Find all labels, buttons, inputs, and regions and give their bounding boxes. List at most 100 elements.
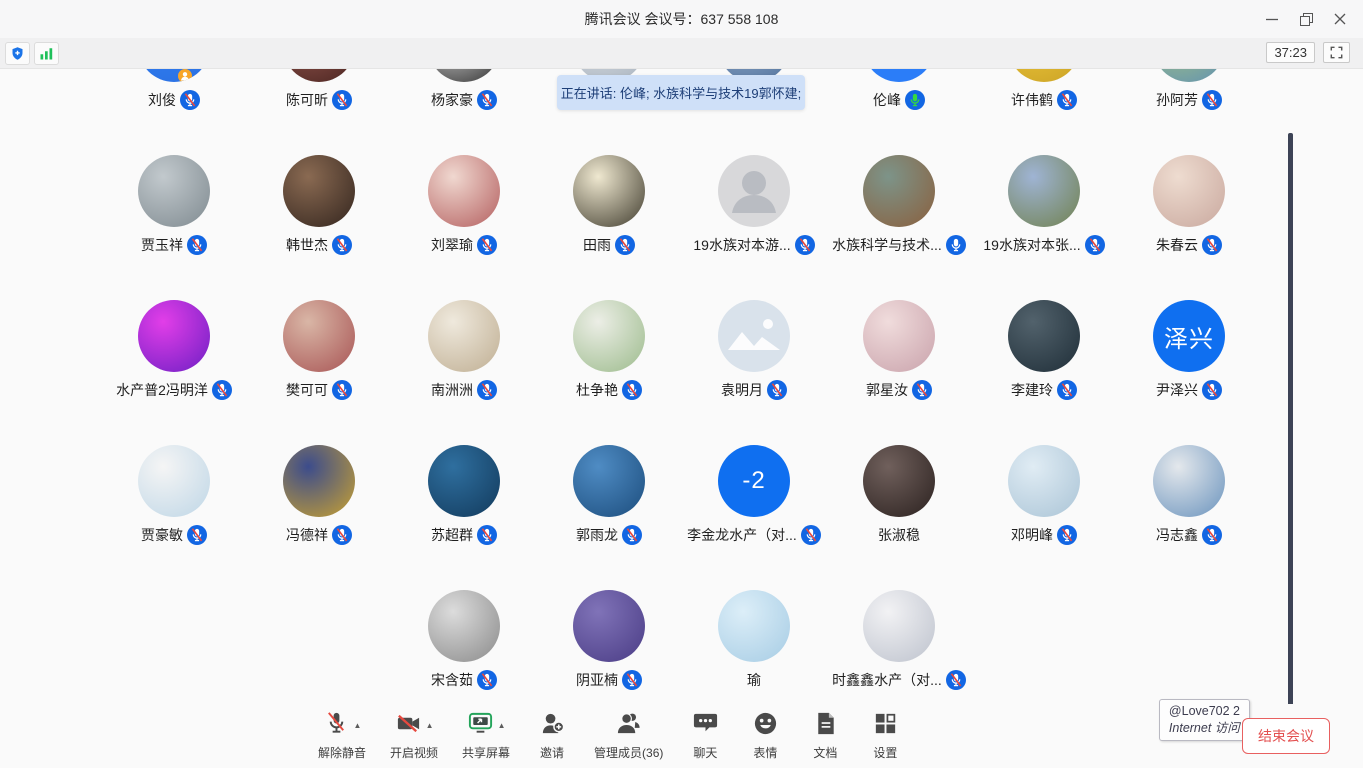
participant-tile[interactable]: 杜争艳 [537,300,682,445]
camera-off-icon [395,710,422,742]
mic-muted-icon[interactable] [332,525,352,545]
mic-muted-icon[interactable] [795,235,815,255]
participant-tile[interactable]: 杨家豪 [392,69,537,155]
fullscreen-button[interactable] [1323,42,1350,63]
participant-tile[interactable]: 陈可昕 [247,69,392,155]
mic-muted-icon[interactable] [622,670,642,690]
avatar [428,445,500,517]
participant-tile[interactable]: 冯德祥 [247,445,392,590]
caret-up-icon[interactable]: ▲ [426,722,434,730]
mic-muted-icon[interactable] [332,90,352,110]
mic-muted-icon[interactable] [615,235,635,255]
participant-tile[interactable]: 田雨 [537,155,682,300]
caret-up-icon[interactable]: ▲ [498,722,506,730]
mic-muted-icon[interactable] [622,380,642,400]
end-meeting-button[interactable]: 结束会议 [1242,718,1330,754]
avatar [283,155,355,227]
participant-tile[interactable]: 泽兴尹泽兴 [1117,300,1262,445]
mic-muted-icon[interactable] [477,380,497,400]
share-screen-button[interactable]: ▲共享屏幕 [462,711,510,761]
mic-muted-icon[interactable] [946,670,966,690]
security-shield-button[interactable] [5,42,30,65]
mic-muted-icon[interactable] [1085,235,1105,255]
name-row: 邓明峰 [1011,525,1077,545]
minimize-button[interactable] [1255,0,1289,38]
window-title: 腾讯会议 会议号：637 558 108 [0,0,1363,38]
window-controls [1255,0,1357,38]
mic-muted-icon[interactable] [1202,525,1222,545]
mic-muted-icon[interactable] [477,235,497,255]
participant-tile[interactable]: 19水族对本游... [682,155,827,300]
participant-tile[interactable]: 袁明月 [682,300,827,445]
participant-tile[interactable]: 张淑稳 [827,445,972,590]
participant-tile[interactable]: 邓明峰 [972,445,1117,590]
mic-muted-icon[interactable] [477,90,497,110]
mic-speaking-icon[interactable] [905,90,925,110]
participant-tile[interactable]: 宋含茹 [392,590,537,706]
participant-tile[interactable]: 苏超群 [392,445,537,590]
mic-muted-icon[interactable] [1057,90,1077,110]
mic-muted-icon[interactable] [1202,235,1222,255]
participant-tile[interactable]: 南洲洲 [392,300,537,445]
mic-muted-icon[interactable] [1057,525,1077,545]
participant-tile[interactable]: 19水族对本张... [972,155,1117,300]
name-row: 宋含茹 [431,670,497,690]
participant-tile[interactable]: 郭雨龙 [537,445,682,590]
participant-tile[interactable]: 樊可可 [247,300,392,445]
mic-muted-icon[interactable] [212,380,232,400]
mic-muted-icon[interactable] [1202,90,1222,110]
members-button[interactable]: 管理成员(36) [594,711,663,761]
participant-tile[interactable]: 水族科学与技术... [827,155,972,300]
mic-muted-icon[interactable] [332,235,352,255]
participant-tile[interactable]: 时鑫鑫水产（对... [827,590,972,706]
mic-muted-icon[interactable] [801,525,821,545]
mic-muted-icon[interactable] [477,670,497,690]
restore-button[interactable] [1289,0,1323,38]
participant-tile[interactable]: 郭星汝 [827,300,972,445]
unmute-button[interactable]: ▲解除静音 [318,711,366,761]
participant-tile[interactable]: 冯志鑫 [1117,445,1262,590]
mic-muted-icon[interactable] [477,525,497,545]
participant-tile[interactable]: 孙阿芳 [1117,69,1262,155]
settings-button[interactable]: 设置 [867,711,903,761]
mic-muted-icon[interactable] [332,380,352,400]
avatar [1153,445,1225,517]
participant-tile[interactable]: -2李金龙水产（对... [682,445,827,590]
caret-up-icon[interactable]: ▲ [354,722,362,730]
mic-on-icon[interactable] [946,235,966,255]
participant-tile[interactable]: 阴亚楠 [537,590,682,706]
participant-tile[interactable]: 朱春云 [1117,155,1262,300]
mic-muted-icon[interactable] [187,235,207,255]
participant-tile[interactable]: 贾玉祥 [102,155,247,300]
participant-tile[interactable]: THE WOLF WALL STREET许伟鹤 [972,69,1117,155]
mic-muted-icon[interactable] [622,525,642,545]
start-video-button[interactable]: ▲开启视频 [390,711,438,761]
mic-muted-icon[interactable] [1202,380,1222,400]
participant-name: 苏超群 [431,525,473,545]
chat-icon [692,710,719,742]
avatar [1008,300,1080,372]
participant-tile[interactable]: 韩世杰 [247,155,392,300]
network-signal-button[interactable] [34,42,59,65]
participant-tile[interactable]: 瑜 [682,590,827,706]
mic-muted-icon[interactable] [1057,380,1077,400]
invite-button[interactable]: 邀请 [534,711,570,761]
emoji-button[interactable]: 表情 [747,711,783,761]
mic-muted-icon[interactable] [912,380,932,400]
participant-tile[interactable]: 李建玲 [972,300,1117,445]
avatar [863,300,935,372]
docs-button[interactable]: 文档 [807,711,843,761]
mic-muted-icon[interactable] [767,380,787,400]
participant-tile[interactable]: 贾豪敏 [102,445,247,590]
participant-tile[interactable]: 水产普2冯明洋 [102,300,247,445]
participant-row: 水产普2冯明洋樊可可南洲洲杜争艳袁明月郭星汝李建玲泽兴尹泽兴 [0,300,1363,445]
close-button[interactable] [1323,0,1357,38]
participant-tile[interactable]: 刘翠瑜 [392,155,537,300]
vertical-scrollbar[interactable] [1288,133,1293,710]
mic-muted-icon[interactable] [187,525,207,545]
invite-icon [539,710,566,742]
chat-button[interactable]: 聊天 [687,711,723,761]
mic-muted-icon[interactable] [180,90,200,110]
participant-tile[interactable]: 伦峰 [827,69,972,155]
participant-tile[interactable]: 刘俊 [102,69,247,155]
